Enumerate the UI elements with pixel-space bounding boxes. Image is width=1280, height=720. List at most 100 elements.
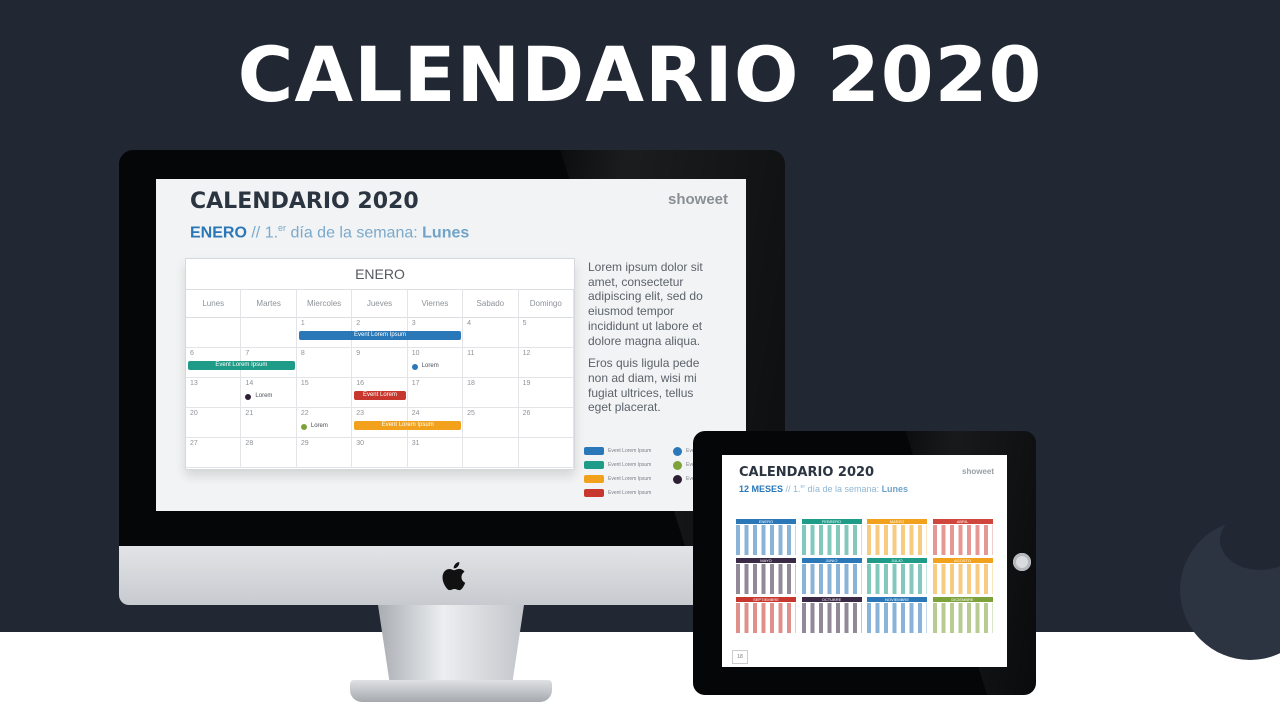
subtitle-separator: // 1. (783, 484, 801, 494)
day-number: 9 (356, 350, 361, 357)
weekday-header: Jueves (352, 289, 408, 318)
subtitle-day: Lunes (881, 484, 909, 494)
mini-month[interactable]: MAYO (736, 558, 796, 594)
day-number: 16 (356, 380, 365, 387)
mini-month-header: JULIO (867, 558, 927, 563)
day-cell[interactable]: 27 (186, 438, 242, 468)
mini-month[interactable]: ABRIL (932, 519, 993, 555)
mini-month[interactable]: OCTUBRE (801, 597, 862, 633)
day-number: 31 (411, 440, 420, 447)
day-number: 10 (411, 350, 420, 357)
mini-month[interactable]: DICIEMBRE (932, 597, 993, 633)
mini-month-header: FEBRERO (801, 519, 862, 524)
day-cell[interactable] (186, 318, 242, 348)
legend-swatch (584, 447, 604, 455)
event-dot-label[interactable]: Lorem (255, 393, 272, 400)
day-cell[interactable]: 19 (518, 378, 574, 408)
weekday-header: Viernes (407, 289, 464, 318)
weekday-header: Domingo (518, 289, 574, 318)
day-cell[interactable]: 5 (518, 318, 574, 348)
day-number: 22 (300, 410, 309, 417)
day-number: 28 (245, 440, 254, 447)
weekday-header: Sabado (463, 289, 519, 318)
monitor-slide: CALENDARIO 2020 ENERO // 1.er día de la … (156, 179, 746, 511)
day-cell[interactable]: 8 (296, 348, 353, 378)
mini-month-grid (736, 525, 796, 555)
day-cell[interactable]: 18 (463, 378, 519, 408)
mini-month-header: MAYO (736, 558, 796, 563)
mini-month-header: OCTUBRE (801, 597, 862, 602)
day-number: 27 (190, 440, 198, 447)
event-dot-label[interactable]: Lorem (311, 423, 328, 430)
mini-month-grid (932, 603, 993, 633)
mini-month[interactable]: FEBRERO (801, 519, 862, 555)
day-cell[interactable] (241, 318, 297, 348)
page-title: CALENDARIO 2020 (237, 30, 1043, 119)
mini-month-grid (867, 603, 927, 633)
slide-subtitle: ENERO // 1.er día de la semana: Lunes (190, 223, 469, 242)
subtitle-day: Lunes (422, 224, 470, 242)
day-cell[interactable]: 13 (186, 378, 242, 408)
day-cell[interactable]: 12 (518, 348, 574, 378)
event-bar[interactable]: Event Lorem Ipsum (354, 421, 462, 430)
mini-month-header: JUNIO (801, 558, 862, 563)
day-cell[interactable] (518, 438, 574, 468)
day-cell[interactable]: 25 (463, 408, 519, 438)
imac-stand (378, 605, 524, 683)
event-bar[interactable]: Event Lorem Ipsum (298, 331, 462, 340)
day-cell[interactable]: 30 (352, 438, 408, 468)
legend-dot (673, 461, 682, 470)
legend-dot (673, 475, 682, 484)
mini-month[interactable]: MARZO (867, 519, 927, 555)
day-number: 12 (522, 350, 531, 357)
mini-month-header: MARZO (867, 519, 927, 524)
day-cell[interactable]: 21 (241, 408, 297, 438)
day-number: 23 (356, 410, 365, 417)
day-cell[interactable] (463, 438, 519, 468)
day-number: 24 (411, 410, 420, 417)
day-cell[interactable]: 17 (407, 378, 464, 408)
day-number: 6 (190, 350, 194, 357)
day-cell[interactable]: 20 (186, 408, 242, 438)
brand-logo: showeet (668, 191, 729, 208)
mini-month[interactable]: JUNIO (801, 558, 862, 594)
day-number: 11 (467, 350, 475, 357)
event-bar[interactable]: Event Lorem Ipsum (188, 361, 295, 370)
description-text: Lorem ipsum dolor sit amet, consectetur … (588, 260, 716, 423)
legend-swatch (584, 489, 604, 497)
day-cell[interactable]: 28 (241, 438, 297, 468)
home-button[interactable] (1013, 553, 1031, 571)
event-dot-label[interactable]: Lorem (422, 363, 439, 370)
day-number: 26 (522, 410, 531, 417)
tablet-slide: CALENDARIO 2020 12 MESES // 1.er día de … (722, 455, 1007, 667)
day-cell[interactable]: 31 (407, 438, 464, 468)
subtitle-separator: // 1. (246, 224, 279, 242)
day-cell[interactable]: 29 (296, 438, 353, 468)
day-number: 8 (300, 350, 305, 357)
day-cell[interactable]: 4 (463, 318, 519, 348)
day-number: 25 (467, 410, 475, 417)
mini-month-grid (932, 525, 993, 555)
mini-month[interactable]: JULIO (867, 558, 927, 594)
subtitle-text: día de la semana: (286, 224, 423, 242)
slide-title: CALENDARIO 2020 (190, 189, 419, 214)
day-cell[interactable]: 26 (518, 408, 574, 438)
weekday-header: Martes (241, 289, 297, 318)
day-cell[interactable]: 15 (296, 378, 353, 408)
event-dot (300, 424, 307, 430)
legend-swatch (584, 461, 604, 469)
description-paragraph: Eros quis ligula pede non ad diam, wisi … (588, 356, 700, 415)
day-cell[interactable]: 11 (463, 348, 519, 378)
day-number: 4 (467, 320, 472, 327)
mini-month[interactable]: AGOSTO (932, 558, 993, 594)
subtitle-text: día de la semana: (805, 484, 882, 494)
mini-month[interactable]: SEPTIEMBRE (736, 597, 796, 633)
mini-month[interactable]: ENERO (736, 519, 796, 555)
mini-month-header: DICIEMBRE (932, 597, 993, 602)
event-bar[interactable]: Event Lorem Ipsum (354, 391, 406, 407)
mini-month[interactable]: NOVIEMBRE (867, 597, 927, 633)
mini-month-grid (801, 564, 862, 594)
legend-dot (673, 447, 682, 456)
day-cell[interactable]: 9 (352, 348, 408, 378)
month-calendar: ENERO Lunes Martes Miercoles Jueves Viernes S… (185, 258, 575, 470)
